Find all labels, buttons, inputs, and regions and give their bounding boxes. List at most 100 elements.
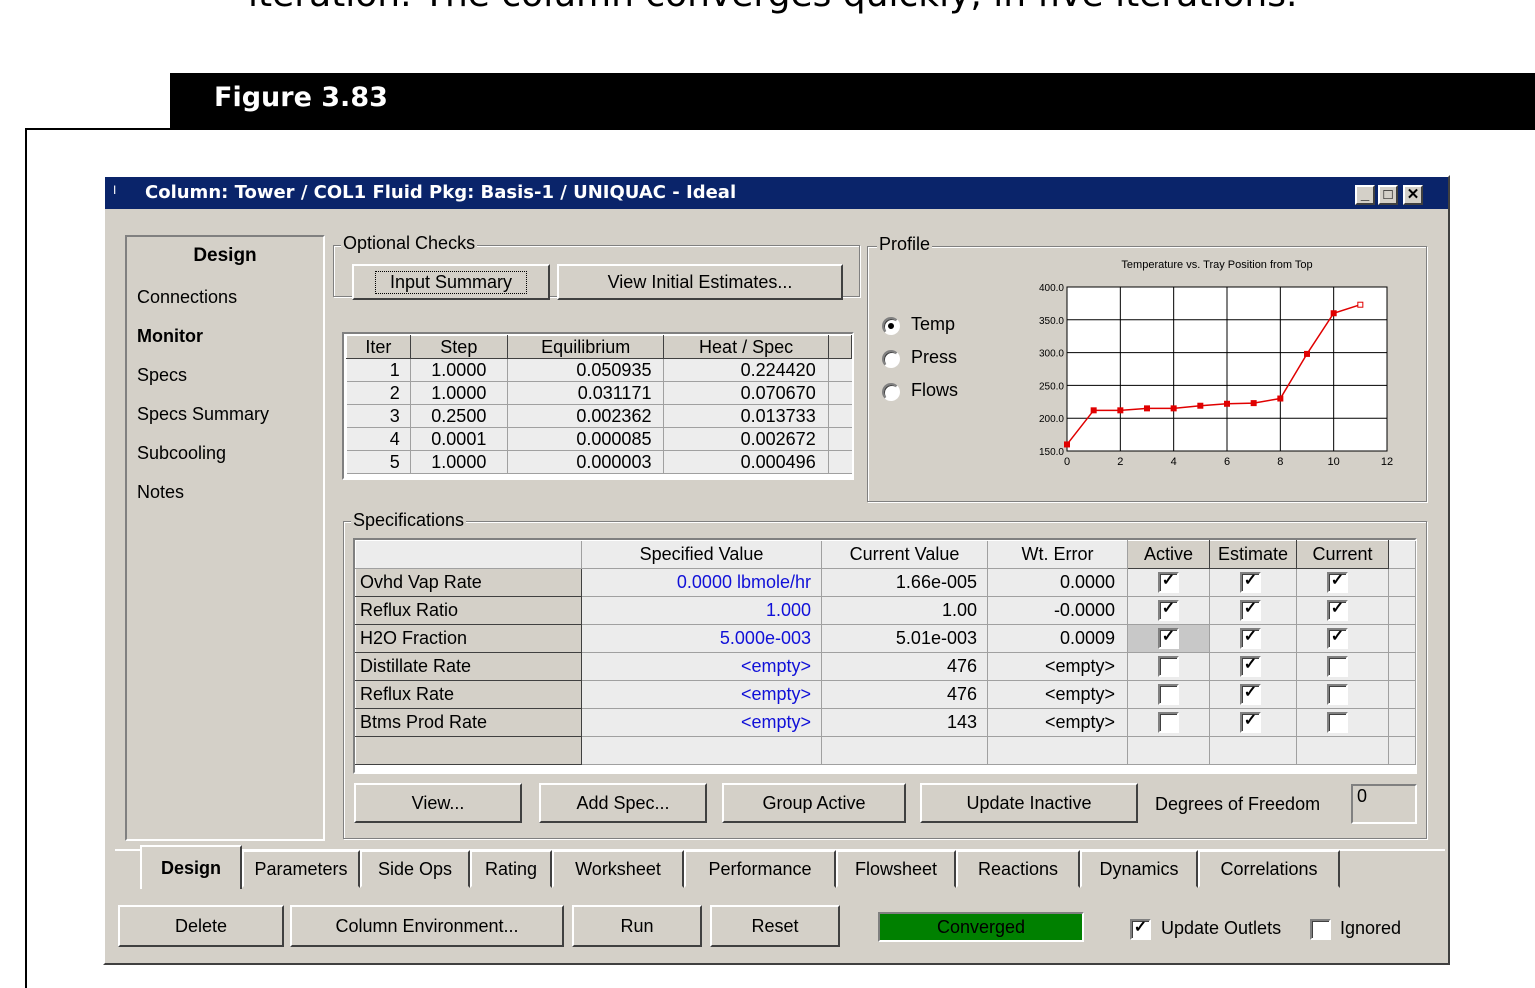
profile-radio-label: Press xyxy=(911,347,958,367)
spec-cell-empty xyxy=(821,736,988,765)
data-point xyxy=(1064,441,1070,448)
update-inactive-button[interactable]: Update Inactive xyxy=(920,783,1138,823)
spec-col-header[interactable]: Active xyxy=(1127,540,1210,569)
nav-item-notes[interactable]: Notes xyxy=(137,482,184,503)
spec-specified-value-cell[interactable]: 5.000e-003 xyxy=(581,624,822,653)
data-point xyxy=(1330,310,1337,317)
spec-current-checkbox[interactable] xyxy=(1327,712,1348,734)
spec-row[interactable]: Distillate Rate <empty> 476 <empty> ✓ xyxy=(355,652,1416,681)
spec-active-checkbox[interactable]: ✓ xyxy=(1158,572,1179,594)
title-bar[interactable]: I Column: Tower / COL1 Fluid Pkg: Basis-… xyxy=(105,177,1448,209)
spec-name-cell[interactable]: Distillate Rate xyxy=(355,652,582,681)
optional-checks-label: Optional Checks xyxy=(341,233,478,254)
spec-name-cell[interactable]: H2O Fraction xyxy=(355,624,582,653)
tab-parameters[interactable]: Parameters xyxy=(242,850,360,888)
spec-estimate-checkbox[interactable]: ✓ xyxy=(1240,656,1261,678)
spec-current-checkbox[interactable]: ✓ xyxy=(1327,628,1348,650)
degrees-of-freedom-value: 0 xyxy=(1351,784,1417,824)
spec-specified-value-cell[interactable]: 0.0000 lbmole/hr xyxy=(581,568,822,597)
iter-cell: 0.0001 xyxy=(410,427,508,451)
nav-item-subcooling[interactable]: Subcooling xyxy=(137,443,226,464)
spec-wt-error-cell: 0.0009 xyxy=(987,624,1128,653)
nav-item-specs[interactable]: Specs xyxy=(137,365,187,386)
nav-item-monitor[interactable]: Monitor xyxy=(137,326,203,347)
iter-col-header[interactable]: Step xyxy=(409,335,508,359)
spec-name-cell[interactable]: Ovhd Vap Rate xyxy=(355,568,582,597)
tab-worksheet[interactable]: Worksheet xyxy=(552,850,684,888)
spec-current-checkbox[interactable]: ✓ xyxy=(1327,572,1348,594)
input-summary-label: Input Summary xyxy=(374,270,528,294)
tab-reactions[interactable]: Reactions xyxy=(956,850,1080,888)
nav-item-connections[interactable]: Connections xyxy=(137,287,237,308)
spec-active-checkbox[interactable]: ✓ xyxy=(1158,600,1179,622)
spec-row[interactable]: Reflux Ratio 1.000 1.00 -0.0000 ✓ ✓ ✓ xyxy=(355,596,1416,625)
spec-col-header[interactable]: Current Value xyxy=(821,540,988,569)
close-button[interactable]: ✕ xyxy=(1403,185,1423,205)
iter-col-header[interactable]: Iter xyxy=(346,335,411,359)
nav-item-specs-summary[interactable]: Specs Summary xyxy=(137,404,269,425)
spec-specified-value-cell[interactable]: <empty> xyxy=(581,708,822,737)
spec-estimate-checkbox[interactable]: ✓ xyxy=(1240,628,1261,650)
spec-cell-filler xyxy=(1388,652,1416,681)
y-tick-label: 250.0 xyxy=(1039,381,1064,392)
minimize-button[interactable]: _ xyxy=(1355,185,1375,205)
spec-active-checkbox[interactable]: ✓ xyxy=(1158,628,1179,650)
spec-current-checkbox[interactable] xyxy=(1327,656,1348,678)
tab-side-ops[interactable]: Side Ops xyxy=(360,850,470,888)
profile-radio-temp[interactable] xyxy=(882,317,900,335)
spec-row[interactable]: Btms Prod Rate <empty> 143 <empty> ✓ xyxy=(355,708,1416,737)
spec-current-checkbox[interactable] xyxy=(1327,684,1348,706)
view-spec-button[interactable]: View... xyxy=(354,783,522,823)
radio-dot xyxy=(888,323,894,329)
tab-dynamics[interactable]: Dynamics xyxy=(1080,850,1198,888)
spec-col-header[interactable]: Specified Value xyxy=(581,540,822,569)
group-active-button[interactable]: Group Active xyxy=(722,783,906,823)
x-tick-label: 0 xyxy=(1064,456,1070,468)
spec-col-header[interactable]: Current xyxy=(1296,540,1389,569)
spec-estimate-checkbox[interactable]: ✓ xyxy=(1240,684,1261,706)
spec-specified-value-cell[interactable]: <empty> xyxy=(581,680,822,709)
reset-button[interactable]: Reset xyxy=(710,905,840,947)
spec-specified-value-cell[interactable]: <empty> xyxy=(581,652,822,681)
spec-col-header[interactable]: Wt. Error xyxy=(987,540,1128,569)
profile-radio-flows[interactable] xyxy=(882,383,900,401)
spec-col-header[interactable]: Estimate xyxy=(1209,540,1297,569)
spec-current-value-cell: 5.01e-003 xyxy=(821,624,988,653)
spec-active-checkbox[interactable] xyxy=(1158,712,1179,734)
spec-estimate-checkbox[interactable]: ✓ xyxy=(1240,572,1261,594)
ignored-checkbox[interactable] xyxy=(1310,919,1331,940)
spec-name-cell[interactable]: Btms Prod Rate xyxy=(355,708,582,737)
column-environment-button[interactable]: Column Environment... xyxy=(290,905,564,947)
spec-row[interactable]: H2O Fraction 5.000e-003 5.01e-003 0.0009 ✓ ✓ ✓ xyxy=(355,624,1416,653)
run-button[interactable]: Run xyxy=(572,905,702,947)
tab-flowsheet[interactable]: Flowsheet xyxy=(836,850,956,888)
spec-current-checkbox[interactable]: ✓ xyxy=(1327,600,1348,622)
update-outlets-checkbox[interactable]: ✓ xyxy=(1130,919,1151,940)
spec-name-cell-empty[interactable] xyxy=(355,736,582,765)
iter-col-header[interactable]: Heat / Spec xyxy=(663,335,829,359)
maximize-button[interactable]: □ xyxy=(1378,185,1398,205)
iter-col-header[interactable]: Equilibrium xyxy=(506,335,665,359)
delete-button[interactable]: Delete xyxy=(118,905,284,947)
spec-row[interactable]: Reflux Rate <empty> 476 <empty> ✓ xyxy=(355,680,1416,709)
spec-estimate-checkbox[interactable]: ✓ xyxy=(1240,712,1261,734)
view-initial-estimates-button[interactable]: View Initial Estimates... xyxy=(557,264,843,300)
spec-active-checkbox[interactable] xyxy=(1158,684,1179,706)
tab-performance[interactable]: Performance xyxy=(684,850,836,888)
spec-row-empty[interactable] xyxy=(355,736,1416,765)
tab-rating[interactable]: Rating xyxy=(470,850,552,888)
tab-design[interactable]: Design xyxy=(140,845,242,889)
add-spec-button[interactable]: Add Spec... xyxy=(539,783,707,823)
temperature-profile-chart: Temperature vs. Tray Position from Top 0 2… xyxy=(1039,259,1393,468)
profile-radio-press[interactable] xyxy=(882,350,900,368)
data-point xyxy=(1277,395,1284,402)
input-summary-button[interactable]: Input Summary xyxy=(352,264,550,300)
spec-active-checkbox[interactable] xyxy=(1158,656,1179,678)
tab-correlations[interactable]: Correlations xyxy=(1198,850,1340,888)
spec-col-header[interactable] xyxy=(355,540,582,569)
spec-estimate-checkbox[interactable]: ✓ xyxy=(1240,600,1261,622)
spec-name-cell[interactable]: Reflux Rate xyxy=(355,680,582,709)
spec-name-cell[interactable]: Reflux Ratio xyxy=(355,596,582,625)
spec-row[interactable]: Ovhd Vap Rate 0.0000 lbmole/hr 1.66e-005 0.… xyxy=(355,568,1416,597)
spec-specified-value-cell[interactable]: 1.000 xyxy=(581,596,822,625)
